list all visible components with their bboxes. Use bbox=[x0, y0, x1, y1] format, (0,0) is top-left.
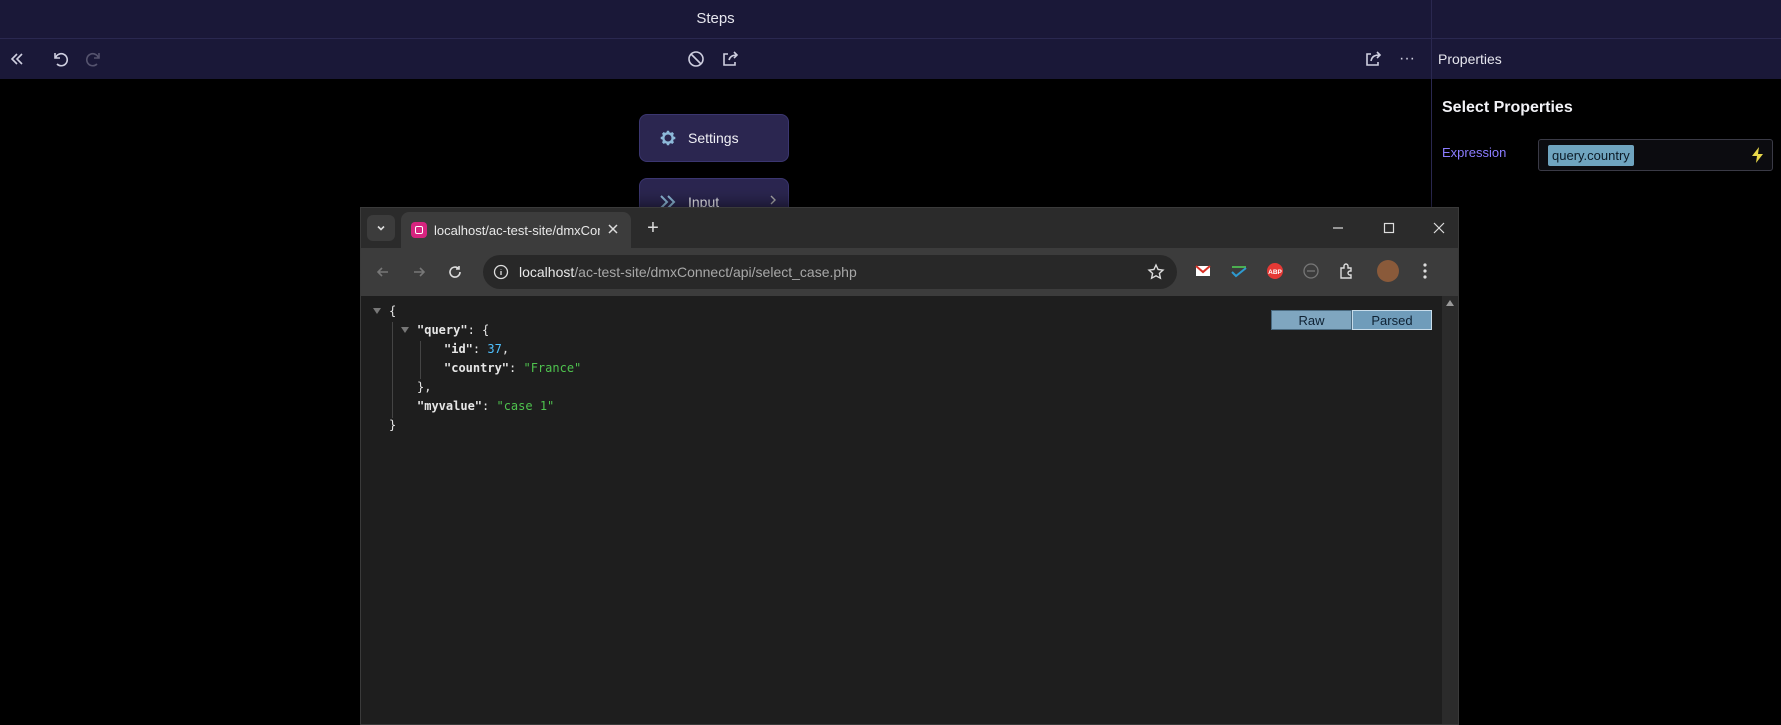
collapse-root-icon[interactable] bbox=[373, 308, 381, 314]
steps-header: Steps bbox=[0, 0, 1431, 39]
profile-avatar[interactable] bbox=[1377, 260, 1399, 282]
scroll-up-icon[interactable] bbox=[1446, 300, 1454, 306]
site-info-icon[interactable] bbox=[493, 264, 509, 280]
reload-icon[interactable] bbox=[443, 260, 467, 284]
tab-search-button[interactable] bbox=[367, 215, 395, 241]
step-settings[interactable]: Settings bbox=[639, 114, 789, 162]
forward-icon[interactable] bbox=[407, 260, 431, 284]
export-icon[interactable] bbox=[716, 45, 744, 73]
undo-icon[interactable] bbox=[46, 45, 74, 73]
steps-toolbar: ··· bbox=[0, 39, 1431, 79]
json-query-line: "query": { bbox=[417, 323, 490, 337]
url-text[interactable]: localhost/ac-test-site/dmxConnect/api/se… bbox=[519, 264, 857, 280]
adblock-extension-icon[interactable]: ABP bbox=[1265, 261, 1285, 281]
json-id-line: "id": 37, bbox=[444, 342, 510, 356]
json-myvalue-line: "myvalue": "case 1" bbox=[417, 399, 555, 413]
properties-panel: Properties Select Properties Expression … bbox=[1431, 0, 1781, 725]
extensions-puzzle-icon[interactable] bbox=[1337, 261, 1357, 281]
json-viewer: { "query": { "id": 37, "country": "Franc… bbox=[361, 296, 1444, 724]
lightning-icon[interactable] bbox=[1751, 147, 1765, 163]
step-settings-label: Settings bbox=[688, 130, 739, 146]
json-query-close: }, bbox=[417, 380, 432, 394]
browser-window: localhost/ac-test-site/dmxConnect/api/se… bbox=[360, 207, 1459, 725]
share-icon[interactable] bbox=[1359, 45, 1387, 73]
chevron-right-icon bbox=[770, 195, 776, 205]
maximize-icon[interactable] bbox=[1379, 218, 1399, 238]
close-tab-icon[interactable] bbox=[605, 221, 621, 237]
bookmark-star-icon[interactable] bbox=[1147, 263, 1165, 281]
redo-icon[interactable] bbox=[80, 45, 108, 73]
collapse-panel-icon[interactable] bbox=[3, 45, 31, 73]
parsed-view-button[interactable]: Parsed bbox=[1352, 310, 1432, 330]
raw-view-button[interactable]: Raw bbox=[1271, 310, 1352, 330]
tab-strip: localhost/ac-test-site/dmxConnect/api/se… bbox=[361, 208, 1458, 248]
svg-text:ABP: ABP bbox=[1268, 269, 1282, 276]
browser-tab[interactable]: localhost/ac-test-site/dmxConnect/api/se… bbox=[401, 212, 631, 248]
expression-input[interactable]: query.country bbox=[1538, 139, 1773, 171]
expression-value[interactable]: query.country bbox=[1548, 145, 1634, 166]
gear-icon bbox=[660, 130, 676, 146]
browser-menu-icon[interactable] bbox=[1415, 261, 1435, 281]
new-tab-button[interactable]: + bbox=[642, 217, 664, 239]
json-country-line: "country": "France" bbox=[444, 361, 582, 375]
json-close-brace: } bbox=[389, 418, 397, 432]
select-properties-title: Select Properties bbox=[1442, 99, 1573, 116]
properties-header: Properties bbox=[1432, 39, 1781, 79]
gmail-extension-icon[interactable] bbox=[1193, 261, 1213, 281]
disabled-extension-icon[interactable] bbox=[1301, 261, 1321, 281]
minimize-icon[interactable] bbox=[1328, 218, 1348, 238]
address-bar-row: localhost/ac-test-site/dmxConnect/api/se… bbox=[361, 248, 1458, 296]
tab-title: localhost/ac-test-site/dmxConnect/api/se… bbox=[434, 223, 600, 238]
back-icon[interactable] bbox=[371, 260, 395, 284]
more-options-icon[interactable]: ··· bbox=[1393, 45, 1421, 73]
collapse-query-icon[interactable] bbox=[401, 327, 409, 333]
disable-step-icon[interactable] bbox=[682, 45, 710, 73]
expression-label: Expression bbox=[1442, 145, 1507, 160]
json-open-brace: { bbox=[389, 304, 397, 318]
page-scrollbar[interactable] bbox=[1442, 296, 1458, 724]
expression-row: Expression query.country bbox=[1432, 139, 1781, 173]
steps-title: Steps bbox=[696, 10, 735, 27]
chevron-down-icon bbox=[377, 225, 385, 231]
close-window-icon[interactable] bbox=[1429, 218, 1449, 238]
spellcheck-extension-icon[interactable] bbox=[1229, 261, 1249, 281]
address-bar[interactable]: localhost/ac-test-site/dmxConnect/api/se… bbox=[483, 255, 1177, 289]
site-favicon-icon bbox=[411, 222, 427, 238]
